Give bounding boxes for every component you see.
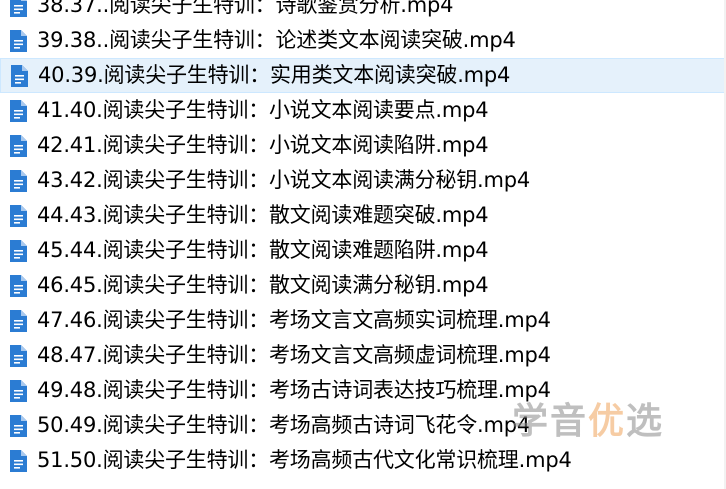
- document-icon: [10, 204, 27, 227]
- file-name: 49.48.阅读尖子生特训：考场古诗词表达技巧梳理.mp4: [37, 378, 551, 402]
- file-row[interactable]: 42.41.阅读尖子生特训：小说文本阅读陷阱.mp4: [0, 128, 726, 163]
- document-icon: [10, 414, 27, 437]
- document-icon: [10, 169, 27, 192]
- document-icon: [10, 449, 27, 472]
- file-name: 46.45.阅读尖子生特训：散文阅读满分秘钥.mp4: [37, 273, 489, 297]
- file-row[interactable]: 47.46.阅读尖子生特训：考场文言文高频实词梳理.mp4: [0, 303, 726, 338]
- file-name: 41.40.阅读尖子生特训：小说文本阅读要点.mp4: [37, 98, 489, 122]
- file-row[interactable]: 38.37..阅读尖子生特训：诗歌鉴赏分析.mp4: [0, 0, 726, 23]
- document-icon: [10, 99, 27, 122]
- file-row[interactable]: 49.48.阅读尖子生特训：考场古诗词表达技巧梳理.mp4: [0, 373, 726, 408]
- file-row[interactable]: 50.49.阅读尖子生特训：考场高频古诗词飞花令.mp4: [0, 408, 726, 443]
- document-icon: [11, 64, 28, 87]
- file-row[interactable]: 46.45.阅读尖子生特训：散文阅读满分秘钥.mp4: [0, 268, 726, 303]
- file-name: 43.42.阅读尖子生特训：小说文本阅读满分秘钥.mp4: [37, 168, 531, 192]
- file-name: 45.44.阅读尖子生特训：散文阅读难题陷阱.mp4: [37, 238, 489, 262]
- file-name: 44.43.阅读尖子生特训：散文阅读难题突破.mp4: [37, 203, 489, 227]
- file-name: 47.46.阅读尖子生特训：考场文言文高频实词梳理.mp4: [37, 308, 551, 332]
- document-icon: [10, 29, 27, 52]
- file-name: 42.41.阅读尖子生特训：小说文本阅读陷阱.mp4: [37, 133, 489, 157]
- document-icon: [10, 0, 27, 17]
- document-icon: [10, 134, 27, 157]
- file-row[interactable]: 43.42.阅读尖子生特训：小说文本阅读满分秘钥.mp4: [0, 163, 726, 198]
- file-name: 38.37..阅读尖子生特训：诗歌鉴赏分析.mp4: [37, 0, 454, 17]
- file-name: 51.50.阅读尖子生特训：考场高频古代文化常识梳理.mp4: [37, 448, 572, 472]
- file-name: 50.49.阅读尖子生特训：考场高频古诗词飞花令.mp4: [37, 413, 531, 437]
- file-row[interactable]: 39.38..阅读尖子生特训：论述类文本阅读突破.mp4: [0, 23, 726, 58]
- file-name: 40.39.阅读尖子生特训：实用类文本阅读突破.mp4: [38, 63, 511, 87]
- file-row[interactable]: 44.43.阅读尖子生特训：散文阅读难题突破.mp4: [0, 198, 726, 233]
- file-name: 39.38..阅读尖子生特训：论述类文本阅读突破.mp4: [37, 28, 516, 52]
- file-row[interactable]: 51.50.阅读尖子生特训：考场高频古代文化常识梳理.mp4: [0, 443, 726, 478]
- file-list: 38.37..阅读尖子生特训：诗歌鉴赏分析.mp4 39.38..阅读尖子生特训…: [0, 0, 726, 478]
- file-name: 48.47.阅读尖子生特训：考场文言文高频虚词梳理.mp4: [37, 343, 551, 367]
- file-row[interactable]: 48.47.阅读尖子生特训：考场文言文高频虚词梳理.mp4: [0, 338, 726, 373]
- document-icon: [10, 239, 27, 262]
- document-icon: [10, 344, 27, 367]
- file-row-selected[interactable]: 40.39.阅读尖子生特训：实用类文本阅读突破.mp4: [0, 58, 726, 93]
- file-row[interactable]: 41.40.阅读尖子生特训：小说文本阅读要点.mp4: [0, 93, 726, 128]
- document-icon: [10, 274, 27, 297]
- document-icon: [10, 379, 27, 402]
- document-icon: [10, 309, 27, 332]
- file-row[interactable]: 45.44.阅读尖子生特训：散文阅读难题陷阱.mp4: [0, 233, 726, 268]
